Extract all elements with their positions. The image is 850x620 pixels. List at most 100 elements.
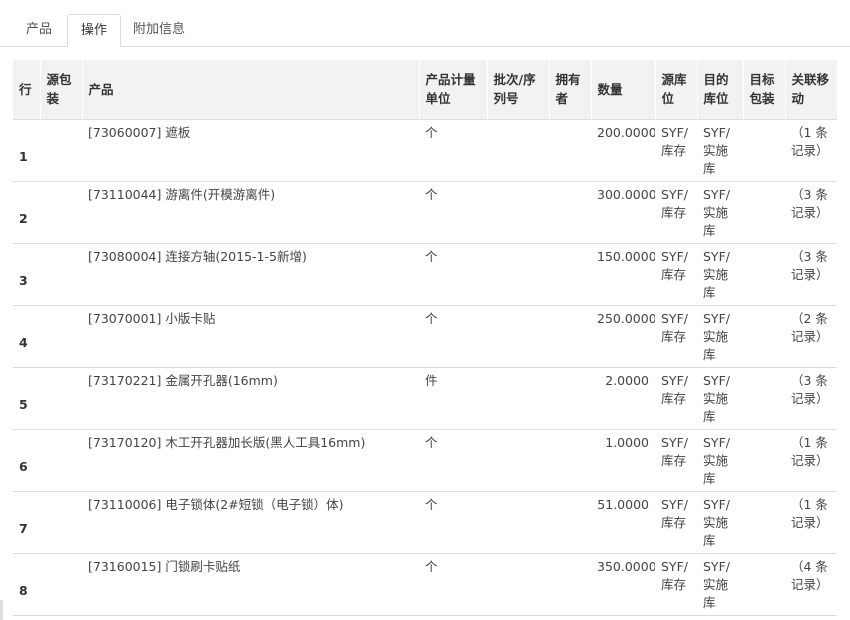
column-header-product[interactable]: 产品 <box>82 60 420 119</box>
table-header-row: 行 源包装 产品 产品计量单位 批次/序列号 拥有者 数量 源库位 目的库位 目… <box>13 60 838 119</box>
cell-quantity: 51.0000 <box>591 490 655 553</box>
cell-source-location: SYF/库存 <box>655 118 697 181</box>
cell-destination-location: SYF/实施库 <box>697 304 743 367</box>
cell-destination-location: SYF/实施库 <box>697 366 743 429</box>
cell-related-moves: （3 条记录） <box>785 366 837 429</box>
cell-quantity: 150.0000 <box>591 242 655 305</box>
cell-owner <box>549 490 591 553</box>
cell-owner <box>549 242 591 305</box>
cell-source-location: SYF/库存 <box>655 366 697 429</box>
cell-uom: 个 <box>419 242 487 305</box>
column-header-destination-location[interactable]: 目的库位 <box>697 60 744 119</box>
cell-product: [73070001] 小版卡贴 <box>82 304 419 367</box>
table-row[interactable]: 3 [73080004] 连接方轴(2015-1-5新增) 个 150.0000… <box>13 242 837 305</box>
column-header-line[interactable]: 行 <box>13 60 41 119</box>
tabs-divider <box>0 46 850 47</box>
table-row[interactable]: 8 [73160015] 门锁刷卡贴纸 个 350.0000 SYF/库存 SY… <box>13 552 837 616</box>
cell-source-package <box>40 552 82 616</box>
cell-related-moves: （3 条记录） <box>785 180 837 243</box>
table-row[interactable]: 2 [73110044] 游离件(开模游离件) 个 300.0000 SYF/库… <box>13 180 837 243</box>
related-moves-link[interactable]: （3 条记录） <box>791 373 829 406</box>
table-row[interactable]: 4 [73070001] 小版卡贴 个 250.0000 SYF/库存 SYF/… <box>13 304 837 367</box>
cell-product: [73080004] 连接方轴(2015-1-5新增) <box>82 242 419 305</box>
cell-destination-package <box>743 180 785 243</box>
column-header-destination-package[interactable]: 目标包装 <box>743 60 786 119</box>
cell-line: 4 <box>13 304 40 367</box>
cell-owner <box>549 180 591 243</box>
operations-table: 行 源包装 产品 产品计量单位 批次/序列号 拥有者 数量 源库位 目的库位 目… <box>13 60 838 616</box>
column-header-source-location[interactable]: 源库位 <box>655 60 698 119</box>
cell-quantity: 200.0000 <box>591 118 655 181</box>
cell-product: [73170221] 金属开孔器(16mm) <box>82 366 419 429</box>
cell-source-package <box>40 180 82 243</box>
cell-source-location: SYF/库存 <box>655 428 697 491</box>
cell-source-package <box>40 428 82 491</box>
cell-source-location: SYF/库存 <box>655 490 697 553</box>
column-header-uom[interactable]: 产品计量单位 <box>419 60 488 119</box>
cell-destination-package <box>743 366 785 429</box>
cell-product: [73110044] 游离件(开模游离件) <box>82 180 419 243</box>
cell-uom: 个 <box>419 304 487 367</box>
related-moves-link[interactable]: （4 条记录） <box>791 559 829 592</box>
cell-destination-location: SYF/实施库 <box>697 490 743 553</box>
related-moves-link[interactable]: （3 条记录） <box>791 187 829 220</box>
tab-operations[interactable]: 操作 <box>67 14 122 47</box>
cell-destination-package <box>743 428 785 491</box>
cell-uom: 个 <box>419 180 487 243</box>
cell-source-package <box>40 490 82 553</box>
cell-source-location: SYF/库存 <box>655 304 697 367</box>
cell-uom: 个 <box>419 490 487 553</box>
cell-owner <box>549 118 591 181</box>
related-moves-link[interactable]: （1 条记录） <box>791 497 829 530</box>
cell-lot <box>487 118 549 181</box>
related-moves-link[interactable]: （1 条记录） <box>791 125 829 158</box>
cell-destination-location: SYF/实施库 <box>697 428 743 491</box>
cell-owner <box>549 304 591 367</box>
cell-source-location: SYF/库存 <box>655 180 697 243</box>
cell-line: 3 <box>13 242 40 305</box>
cell-uom: 个 <box>419 552 487 616</box>
cell-line: 5 <box>13 366 40 429</box>
related-moves-link[interactable]: （2 条记录） <box>791 311 829 344</box>
cell-related-moves: （2 条记录） <box>785 304 837 367</box>
cell-uom: 件 <box>419 366 487 429</box>
cell-product: [73110006] 电子锁体(2#短锁（电子锁）体) <box>82 490 419 553</box>
cell-source-location: SYF/库存 <box>655 552 697 616</box>
column-header-lot-serial[interactable]: 批次/序列号 <box>487 60 550 119</box>
cell-related-moves: （1 条记录） <box>785 490 837 553</box>
table-row[interactable]: 6 [73170120] 木工开孔器加长版(黑人工具16mm) 个 1.0000… <box>13 428 837 491</box>
cell-lot <box>487 180 549 243</box>
cell-source-package <box>40 118 82 181</box>
column-header-owner[interactable]: 拥有者 <box>549 60 592 119</box>
cell-source-package <box>40 242 82 305</box>
table-row[interactable]: 7 [73110006] 电子锁体(2#短锁（电子锁）体) 个 51.0000 … <box>13 490 837 553</box>
related-moves-link[interactable]: （1 条记录） <box>791 435 829 468</box>
tab-product[interactable]: 产品 <box>13 14 65 46</box>
cell-quantity: 350.0000 <box>591 552 655 616</box>
related-moves-link[interactable]: （3 条记录） <box>791 249 829 282</box>
cell-lot <box>487 242 549 305</box>
cell-line: 6 <box>13 428 40 491</box>
cell-destination-location: SYF/实施库 <box>697 118 743 181</box>
cell-destination-package <box>743 490 785 553</box>
cell-destination-package <box>743 118 785 181</box>
cell-lot <box>487 490 549 553</box>
cell-quantity: 250.0000 <box>591 304 655 367</box>
cell-source-package <box>40 304 82 367</box>
cell-destination-package <box>743 552 785 616</box>
cell-source-location: SYF/库存 <box>655 242 697 305</box>
cell-quantity: 1.0000 <box>591 428 655 491</box>
tab-additional-info[interactable]: 附加信息 <box>120 14 198 46</box>
cell-owner <box>549 552 591 616</box>
cell-related-moves: （4 条记录） <box>785 552 837 616</box>
table-row[interactable]: 1 [73060007] 遮板 个 200.0000 SYF/库存 SYF/实施… <box>13 118 837 181</box>
column-header-source-package[interactable]: 源包装 <box>40 60 83 119</box>
column-header-quantity[interactable]: 数量 <box>591 60 656 119</box>
cell-product: [73060007] 遮板 <box>82 118 419 181</box>
cell-quantity: 2.0000 <box>591 366 655 429</box>
table-row[interactable]: 5 [73170221] 金属开孔器(16mm) 件 2.0000 SYF/库存… <box>13 366 837 429</box>
cell-uom: 个 <box>419 428 487 491</box>
cell-related-moves: （1 条记录） <box>785 118 837 181</box>
column-header-related-moves[interactable]: 关联移动 <box>785 60 838 119</box>
cell-destination-location: SYF/实施库 <box>697 180 743 243</box>
